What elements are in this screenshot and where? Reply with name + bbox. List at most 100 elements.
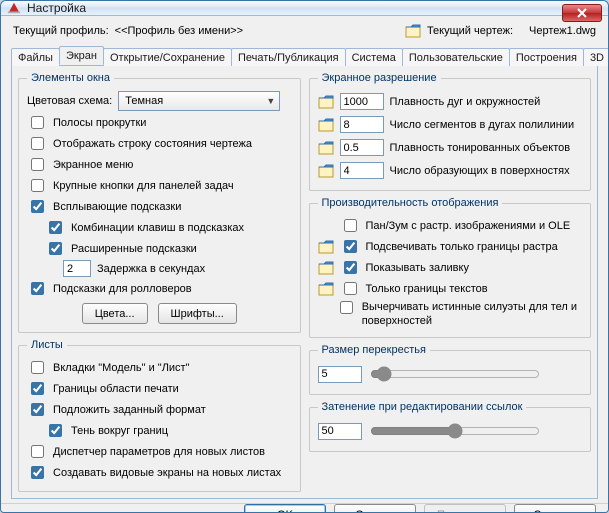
lbl-rollovers: Подсказки для ролловеров [53, 282, 192, 296]
colors-button[interactable]: Цвета... [82, 303, 148, 324]
chevron-down-icon: ▼ [266, 94, 275, 108]
chk-viewports-new[interactable] [31, 466, 44, 479]
tab-user[interactable]: Пользовательские [402, 48, 510, 66]
lbl-print-area: Границы области печати [53, 382, 179, 396]
cancel-button[interactable]: Отмена [334, 504, 416, 513]
group-sheets: Листы Вкладки "Модель" и "Лист" Границы … [18, 339, 301, 492]
chk-rollovers[interactable] [31, 282, 44, 295]
input-rendered-smooth[interactable] [340, 139, 384, 156]
tab-display[interactable]: Экран [59, 46, 104, 65]
lbl-surf-lines: Число образующих в поверхностях [390, 165, 583, 177]
lbl-silhouettes: Вычерчивать истинные силуэты для тел и п… [362, 300, 582, 328]
chk-status-row[interactable] [31, 137, 44, 150]
chk-hotkeys[interactable] [49, 221, 62, 234]
tab-print[interactable]: Печать/Публикация [231, 48, 346, 66]
chk-screen-menu[interactable] [31, 158, 44, 171]
drawing-icon [318, 95, 334, 109]
input-tooltip-delay[interactable] [63, 260, 91, 277]
apply-button: Применить [424, 504, 506, 513]
legend-performance: Производительность отображения [318, 197, 503, 209]
chk-print-area[interactable] [31, 382, 44, 395]
profile-row: Текущий профиль: <<Профиль без имени>> Т… [11, 22, 598, 44]
lbl-status-row: Отображать строку состояния чертежа [53, 137, 252, 151]
tab-open-save[interactable]: Открытие/Сохранение [103, 48, 232, 66]
drawing-label: Текущий чертеж: [427, 25, 513, 37]
chk-model-layout-tabs[interactable] [31, 361, 44, 374]
lbl-screen-menu: Экранное меню [53, 158, 133, 172]
chk-raster-borders[interactable] [344, 240, 357, 253]
chk-big-buttons[interactable] [31, 179, 44, 192]
lbl-arc-smooth: Плавность дуг и окружностей [390, 96, 583, 108]
slider-crosshair-size[interactable] [370, 366, 540, 382]
drawing-icon [318, 240, 334, 254]
legend-fade: Затенение при редактировании ссылок [318, 401, 527, 413]
tab-drafting[interactable]: Построения [509, 48, 584, 66]
group-performance: Производительность отображения Пан/Зум с… [309, 197, 592, 338]
lbl-raster-borders: Подсвечивать только границы растра [366, 240, 558, 254]
legend-window-elements: Элементы окна [27, 72, 114, 84]
group-fade: Затенение при редактировании ссылок [309, 401, 592, 452]
legend-resolution: Экранное разрешение [318, 72, 441, 84]
fonts-button[interactable]: Шрифты... [158, 303, 237, 324]
tab-system[interactable]: Система [345, 48, 403, 66]
lbl-scrollbars: Полосы прокрутки [53, 116, 146, 130]
chk-show-fill[interactable] [344, 261, 357, 274]
input-segments[interactable] [340, 116, 384, 133]
chk-background-format[interactable] [31, 403, 44, 416]
lbl-big-buttons: Крупные кнопки для панелей задач [53, 179, 234, 193]
group-window-elements: Элементы окна Цветовая схема: Темная ▼ П… [18, 72, 301, 333]
app-icon [7, 1, 21, 15]
chk-extended-tooltips[interactable] [49, 242, 62, 255]
input-fade[interactable] [318, 423, 362, 440]
slider-fade[interactable] [370, 423, 540, 439]
lbl-model-layout-tabs: Вкладки "Модель" и "Лист" [53, 361, 190, 375]
tabstrip: Файлы Экран Открытие/Сохранение Печать/П… [11, 44, 598, 66]
chk-scrollbars[interactable] [31, 116, 44, 129]
color-scheme-select[interactable]: Темная ▼ [118, 91, 280, 111]
lbl-tooltips: Всплывающие подсказки [53, 200, 181, 214]
color-scheme-value: Темная [125, 94, 163, 108]
lbl-background-format: Подложить заданный формат [53, 403, 206, 417]
help-button[interactable]: Справка [514, 504, 596, 513]
footer: OK Отмена Применить Справка [1, 503, 608, 513]
lbl-extended-tooltips: Расширенные подсказки [71, 242, 197, 256]
drawing-icon [318, 141, 334, 155]
input-crosshair-size[interactable] [318, 366, 362, 383]
lbl-shadow: Тень вокруг границ [71, 424, 168, 438]
chk-param-mgr[interactable] [31, 445, 44, 458]
input-surf-lines[interactable] [340, 162, 384, 179]
drawing-icon [318, 118, 334, 132]
titlebar: Настройка [1, 1, 608, 16]
drawing-icon [318, 282, 334, 296]
close-button[interactable] [562, 4, 602, 22]
drawing-icon [318, 164, 334, 178]
window-title: Настройка [27, 1, 86, 15]
lbl-rendered-smooth: Плавность тонированных объектов [390, 142, 583, 154]
lbl-viewports-new: Создавать видовые экраны на новых листах [53, 466, 281, 480]
legend-crosshair: Размер перекрестья [318, 344, 430, 356]
lbl-hotkeys: Комбинации клавиш в подсказках [71, 221, 244, 235]
chk-tooltips[interactable] [31, 200, 44, 213]
chk-text-borders[interactable] [344, 282, 357, 295]
tab-files[interactable]: Файлы [11, 48, 60, 66]
drawing-icon [405, 24, 421, 38]
group-crosshair: Размер перекрестья [309, 344, 592, 395]
lbl-param-mgr: Диспетчер параметров для новых листов [53, 445, 265, 459]
lbl-segments: Число сегментов в дугах полилинии [390, 119, 583, 131]
lbl-show-fill: Показывать заливку [366, 261, 469, 275]
tab-3d[interactable]: 3D [583, 48, 609, 66]
chk-silhouettes[interactable] [340, 301, 353, 314]
color-scheme-label: Цветовая схема: [27, 94, 112, 108]
group-resolution: Экранное разрешение Плавность дуг и окру… [309, 72, 592, 191]
drawing-value: Чертеж1.dwg [529, 25, 596, 37]
profile-label: Текущий профиль: [13, 25, 109, 37]
legend-sheets: Листы [27, 339, 67, 351]
ok-button[interactable]: OK [244, 504, 326, 513]
close-icon [576, 8, 588, 18]
profile-value: <<Профиль без имени>> [115, 25, 243, 37]
chk-panzoom[interactable] [344, 219, 357, 232]
lbl-tooltip-delay: Задержка в секундах [97, 262, 205, 276]
chk-shadow[interactable] [49, 424, 62, 437]
lbl-panzoom: Пан/Зум с растр. изображениями и OLE [366, 219, 571, 233]
input-arc-smooth[interactable] [340, 93, 384, 110]
